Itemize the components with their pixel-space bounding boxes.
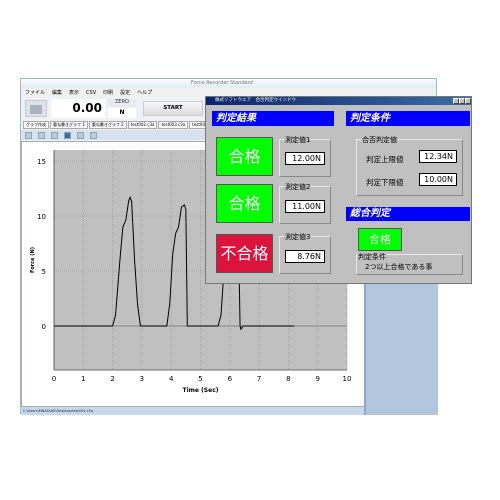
y-tick-label: 5 xyxy=(42,268,46,276)
x-tick-label: 1 xyxy=(81,375,85,383)
lower-limit-value[interactable]: 10.00N xyxy=(419,173,457,186)
upper-limit-value[interactable]: 12.34N xyxy=(419,150,457,163)
measurement-3-group: 測定値3 8.76N xyxy=(279,232,331,274)
total-verdict: 合格 xyxy=(358,228,402,251)
x-tick-label: 4 xyxy=(169,375,174,383)
x-tick-label: 8 xyxy=(286,375,290,383)
menu-view[interactable]: 表示 xyxy=(69,89,79,96)
status-bar: C:\Users\MNAD\AE\Desktop\test004.c3a xyxy=(21,407,364,415)
measurement-2-label: 測定値2 xyxy=(284,182,312,192)
measurement-2-value: 11.00N xyxy=(285,200,325,213)
x-tick-label: 6 xyxy=(228,375,233,383)
x-tick-label: 3 xyxy=(140,375,144,383)
tab-test003[interactable]: test003.c3a xyxy=(158,121,189,129)
undo-icon[interactable] xyxy=(38,131,45,139)
x-tick-label: 9 xyxy=(315,375,319,383)
upper-limit-label: 判定上限値 xyxy=(366,155,404,164)
condition-header: 判定条件 xyxy=(346,111,470,126)
unit-display: N xyxy=(108,108,136,118)
open-folder-button[interactable] xyxy=(25,100,47,117)
measurement-2-group: 測定値2 11.00N xyxy=(279,182,331,224)
lower-limit-label: 判定下限値 xyxy=(366,178,404,187)
folder-icon xyxy=(30,105,42,114)
zero-button[interactable]: ZERO xyxy=(108,99,136,107)
dialog-title: 株式ソフトウエア 合否判定ウインドウ xyxy=(206,97,471,105)
close-button[interactable] xyxy=(465,98,471,104)
title-bar: Force Recorder Standard xyxy=(21,79,436,88)
y-tick-label: 10 xyxy=(37,213,46,221)
menu-edit[interactable]: 編集 xyxy=(52,89,62,96)
home-icon[interactable] xyxy=(64,131,71,139)
tab-overlay-2[interactable]: 重ね書きグラフ 2 xyxy=(88,121,127,129)
result-header: 判定結果 xyxy=(212,111,334,126)
measurement-1-label: 測定値1 xyxy=(284,135,312,145)
x-tick-label: 2 xyxy=(110,375,114,383)
tab-graph[interactable]: グラフ作成 xyxy=(23,121,49,129)
x-tick-label: 7 xyxy=(257,375,261,383)
total-header: 総合判定 xyxy=(346,207,470,221)
judgement-dialog: 株式ソフトウエア 合否判定ウインドウ 判定結果 判定条件 合格 測定値1 12.… xyxy=(205,96,472,284)
verdict-1: 合格 xyxy=(216,137,273,176)
rule-group: 判定条件 2つ以上合格である事 xyxy=(356,252,463,275)
verdict-3: 不合格 xyxy=(216,234,273,273)
x-tick-label: 10 xyxy=(343,375,352,383)
cursor-icon[interactable] xyxy=(90,131,97,139)
select-icon[interactable] xyxy=(77,131,84,139)
tab-test002[interactable]: test002.c3a xyxy=(127,121,158,129)
measurement-1-value: 12.00N xyxy=(285,152,325,165)
start-button[interactable]: START xyxy=(143,101,203,116)
y-tick-label: 15 xyxy=(37,158,46,166)
tab-overlay-1[interactable]: 重ね書きグラフ 1 xyxy=(50,121,88,129)
menu-settings[interactable]: 設定 xyxy=(120,89,130,96)
threshold-group: 合否判定値 判定上限値 12.34N 判定下限値 10.00N xyxy=(356,135,463,196)
rule-label: 判定条件 xyxy=(358,252,386,262)
x-tick-label: 0 xyxy=(52,375,56,383)
y-axis-label: Force (N) xyxy=(30,247,36,273)
measurement-3-value: 8.76N xyxy=(285,250,325,263)
x-tick-label: 5 xyxy=(198,375,202,383)
menu-print[interactable]: 印刷 xyxy=(103,89,113,96)
measurement-3-label: 測定値3 xyxy=(284,232,312,242)
y-tick-label: 0 xyxy=(42,323,46,331)
grid-icon[interactable] xyxy=(51,131,58,139)
x-axis-label: Time (Sec) xyxy=(183,387,219,394)
force-readout: 0.00 xyxy=(51,99,105,118)
threshold-group-label: 合否判定値 xyxy=(361,135,398,145)
verdict-2: 合格 xyxy=(216,184,273,223)
app-title: Force Recorder Standard xyxy=(191,80,253,86)
menu-help[interactable]: ヘルプ xyxy=(137,89,152,96)
zoom-icon[interactable] xyxy=(25,131,32,139)
rule-text: 2つ以上合格である事 xyxy=(365,263,433,271)
menu-file[interactable]: ファイル xyxy=(25,89,45,96)
menu-csv[interactable]: CSV xyxy=(86,90,96,96)
measurement-1-group: 測定値1 12.00N xyxy=(279,135,331,177)
